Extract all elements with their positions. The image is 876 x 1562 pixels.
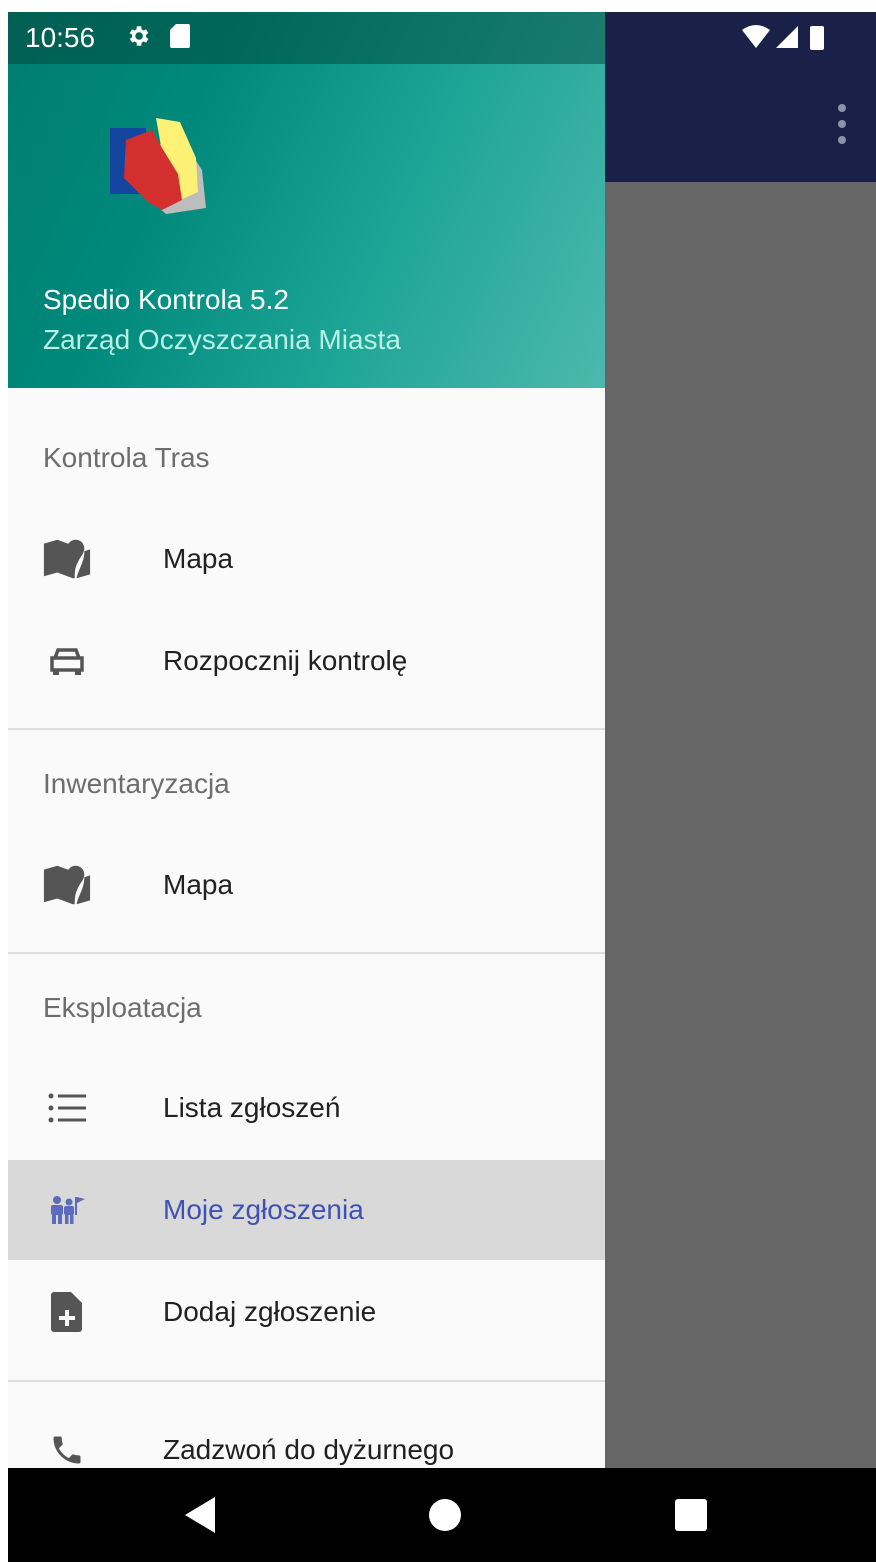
menu-item-label: Zadzwoń do dyżurnego [163,1434,455,1465]
menu-item-dodaj-zgloszenie[interactable]: Dodaj zgłoszenie [8,1262,605,1362]
recents-icon[interactable] [674,1498,708,1532]
menu-item-moje-zgloszenia[interactable]: Moje zgłoszenia [8,1160,605,1260]
car-icon [42,636,92,686]
navigation-drawer: 10:56 Spedio Kontrola 5.2 Zarząd Oczyszc… [8,12,605,1468]
battery-icon [810,26,824,50]
wifi-icon [742,25,770,48]
add-document-icon [42,1287,92,1337]
settings-icon [129,26,149,46]
divider [8,952,605,954]
section-header-eksploatacja: Eksploatacja [43,992,202,1023]
overflow-menu-icon[interactable] [836,104,848,144]
divider [8,1380,605,1382]
menu-item-label: Mapa [163,543,234,574]
person-flag-icon [42,1185,92,1235]
menu-item-label: Rozpocznij kontrolę [163,645,408,676]
signal-icon [776,26,798,48]
app-subtitle: Zarząd Oczyszczania Miasta [43,324,401,355]
screen: 10:56 Spedio Kontrola 5.2 Zarząd Oczyszc… [8,12,876,1562]
phone-icon [42,1425,92,1468]
menu-item-mapa-inwentaryzacja[interactable]: Mapa [8,835,605,935]
app-title: Spedio Kontrola 5.2 [43,284,289,315]
menu-item-zadzwon-do-dyzurnego[interactable]: Zadzwoń do dyżurnego [8,1400,605,1468]
menu-item-rozpocznij-kontrole[interactable]: Rozpocznij kontrolę [8,611,605,711]
list-icon [42,1083,92,1133]
menu-item-label: Mapa [163,869,234,900]
status-icons-right [742,25,824,50]
status-bar-right [605,12,876,64]
menu-item-label: Moje zgłoszenia [163,1194,364,1225]
sd-card-icon [170,24,190,48]
home-icon[interactable] [427,1497,463,1533]
map-icon [42,534,92,584]
menu-item-lista-zgloszen[interactable]: Lista zgłoszeń [8,1058,605,1158]
status-time: 10:56 [25,22,96,53]
menu-item-label: Lista zgłoszeń [163,1092,341,1123]
status-bar: 10:56 [8,12,605,64]
divider [8,728,605,730]
drawer-header: 10:56 Spedio Kontrola 5.2 Zarząd Oczyszc… [8,12,605,388]
system-nav-bar [8,1468,876,1562]
app-logo [110,118,206,214]
menu-item-label: Dodaj zgłoszenie [163,1296,377,1327]
section-header-kontrola-tras: Kontrola Tras [43,442,210,473]
back-icon[interactable] [183,1495,217,1535]
menu-item-mapa-kontrola[interactable]: Mapa [8,509,605,609]
section-header-inwentaryzacja: Inwentaryzacja [43,768,230,799]
map-icon [42,860,92,910]
